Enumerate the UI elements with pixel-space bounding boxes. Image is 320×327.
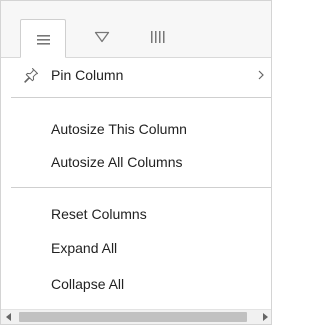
menu-item-reset-columns[interactable]: Reset Columns: [1, 198, 271, 230]
menu-item-label: Autosize All Columns: [51, 154, 183, 170]
horizontal-scrollbar[interactable]: [1, 309, 271, 324]
menu-item-collapse-all[interactable]: Collapse All: [1, 268, 271, 300]
menu-item-label: Expand All: [51, 240, 118, 256]
menu-item-label: Autosize This Column: [51, 121, 187, 137]
menu-tab-header: [1, 1, 271, 58]
menu-item-autosize-this-column[interactable]: Autosize This Column: [1, 113, 271, 145]
menu-item-label: Pin Column: [51, 67, 124, 83]
filter-icon: [94, 31, 110, 43]
scroll-left-arrow-icon[interactable]: [6, 313, 12, 321]
menu-item-expand-all[interactable]: Expand All: [1, 232, 271, 264]
chevron-right-icon: [258, 70, 264, 80]
menu-separator: [11, 187, 271, 188]
menu-icon: [37, 35, 50, 45]
tab-columns[interactable]: [136, 19, 182, 58]
column-menu: Pin Column Autosize This Column Autosize…: [0, 0, 272, 325]
pin-icon: [24, 68, 38, 83]
menu-item-label: Collapse All: [51, 276, 125, 292]
menu-item-autosize-all-columns[interactable]: Autosize All Columns: [1, 146, 271, 178]
scrollbar-thumb[interactable]: [19, 312, 247, 322]
menu-item-pin-column[interactable]: Pin Column: [1, 59, 271, 91]
columns-icon: [151, 31, 165, 43]
scroll-right-arrow-icon[interactable]: [262, 313, 268, 321]
menu-separator: [11, 97, 271, 98]
menu-item-label: Reset Columns: [51, 206, 147, 222]
tab-general[interactable]: [20, 19, 66, 58]
tab-filter[interactable]: [79, 19, 125, 58]
